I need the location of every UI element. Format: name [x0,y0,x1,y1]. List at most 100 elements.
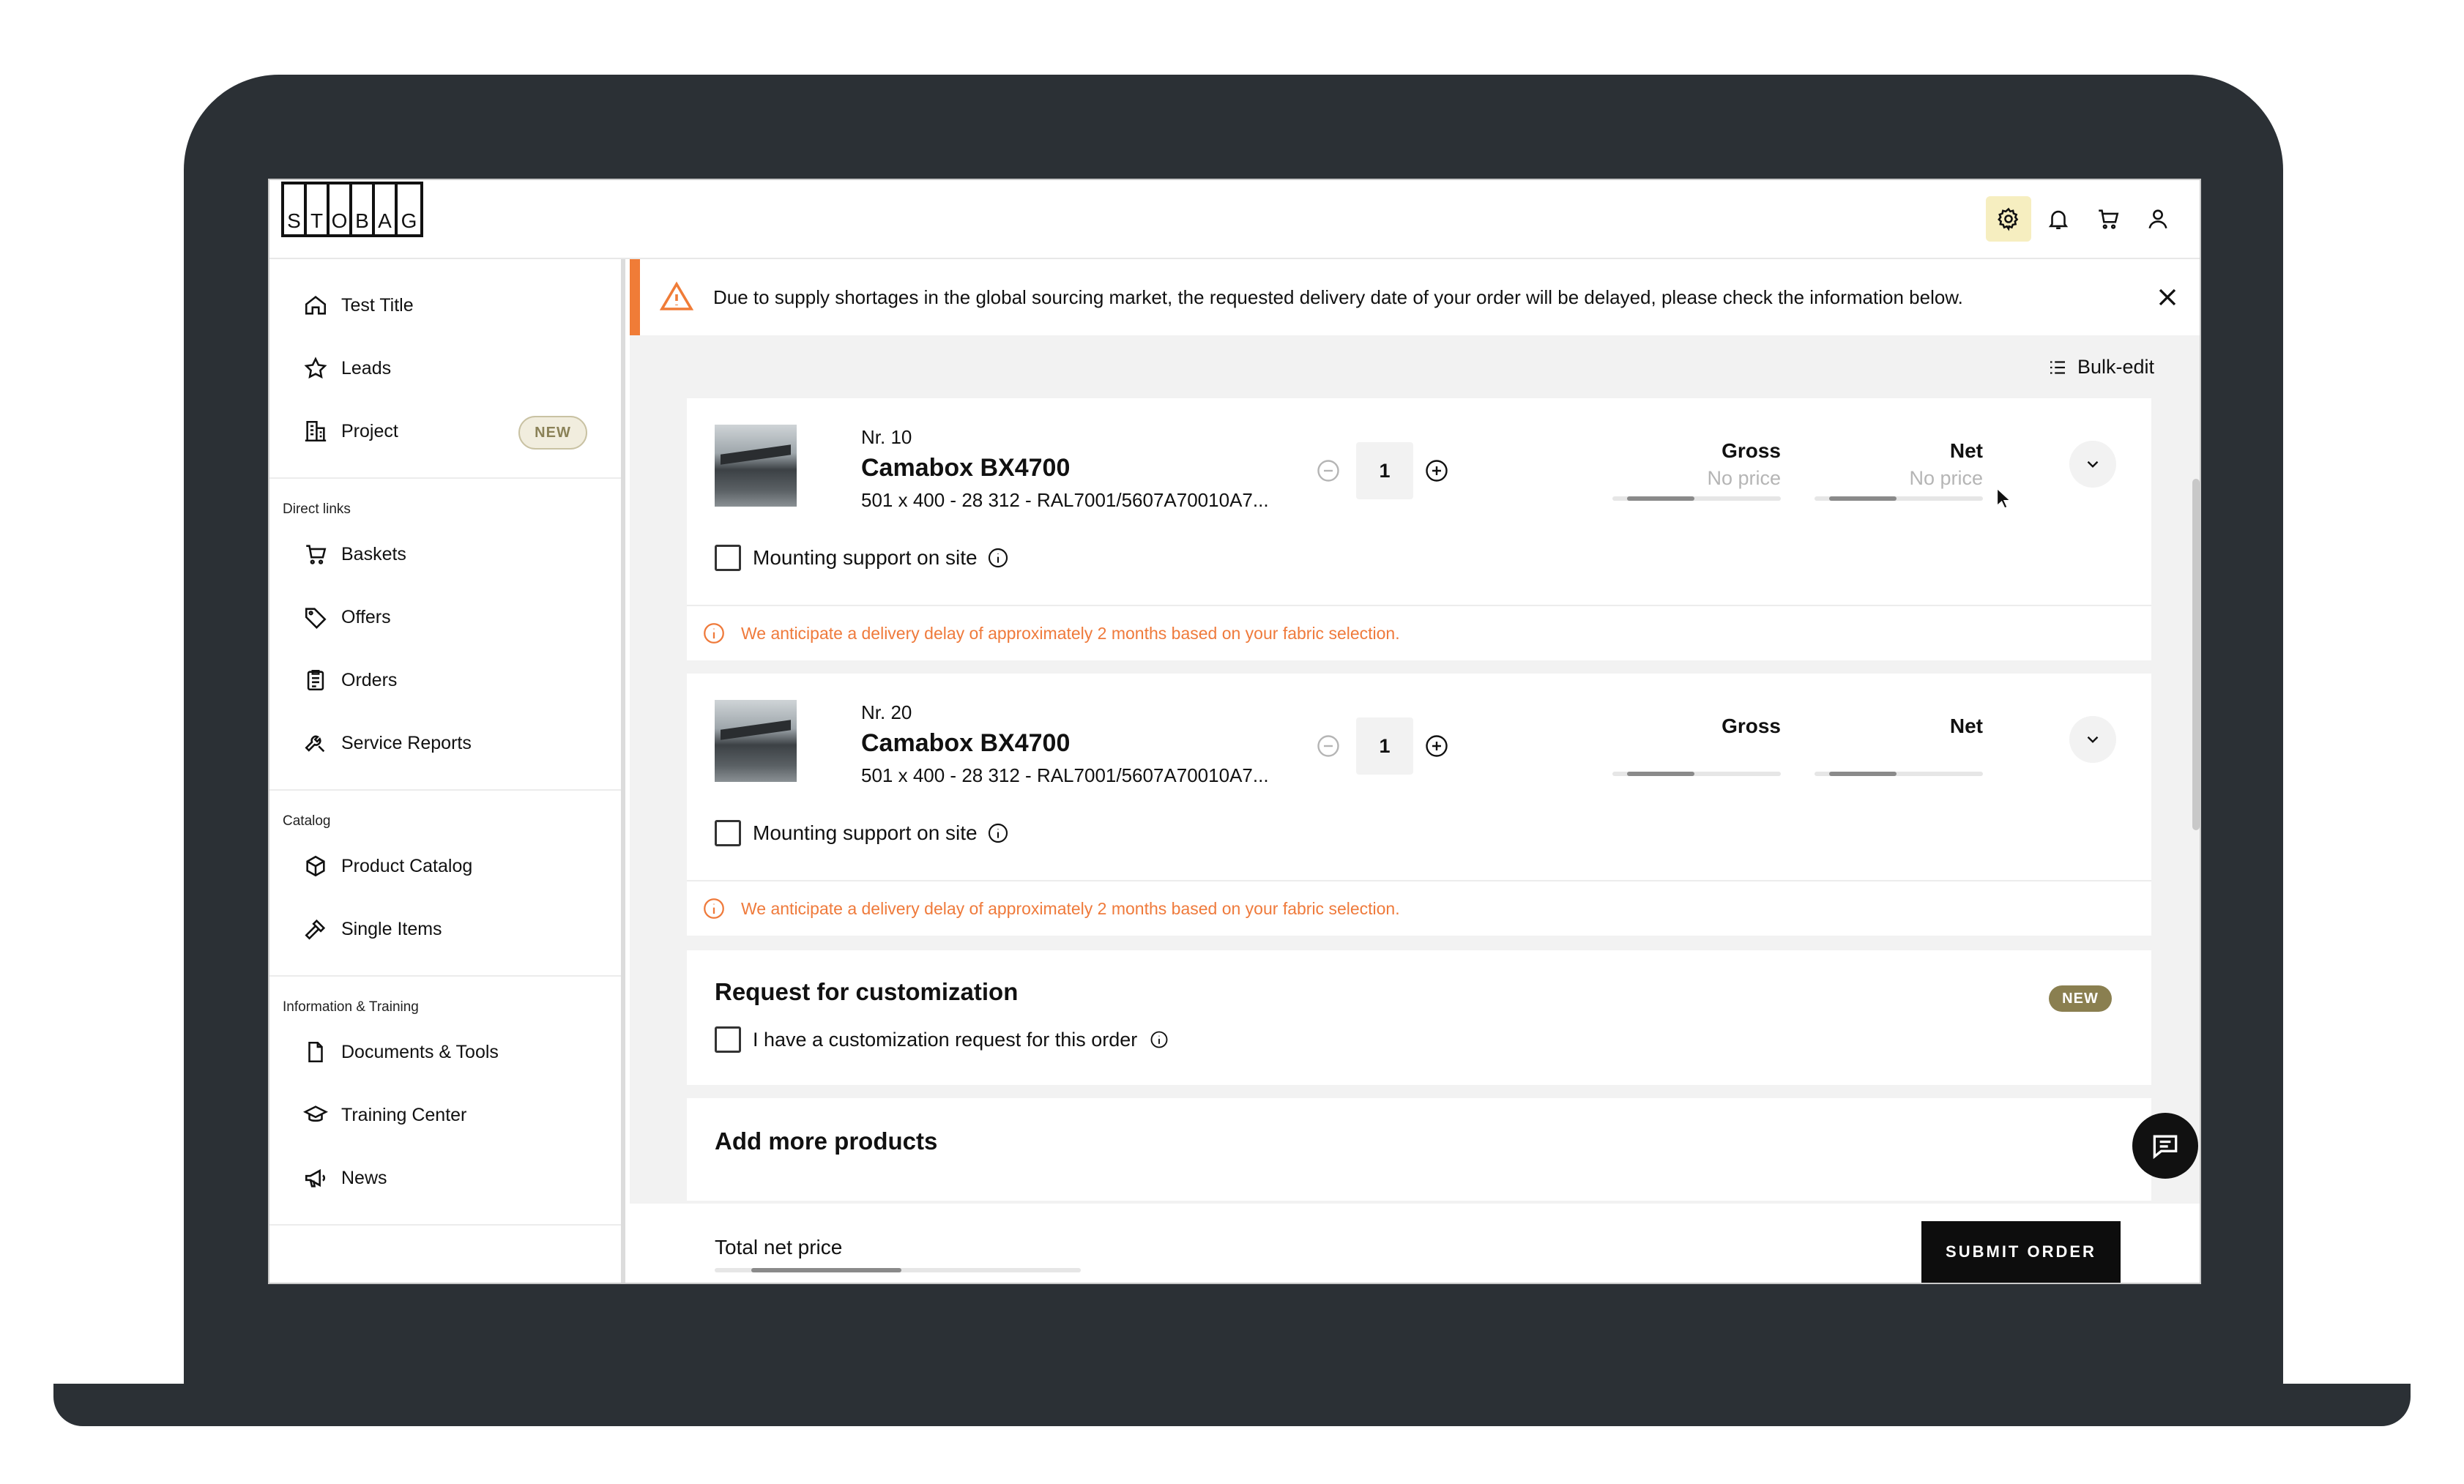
gross-label: Gross [1722,439,1781,462]
info-icon[interactable] [986,821,1010,845]
cart-icon [306,545,327,564]
user-icon [2148,209,2167,229]
checkbox-label: Mounting support on site [753,546,978,569]
net-value [1814,742,1983,766]
minus-circle-icon[interactable] [1315,458,1341,484]
product-card: Nr. 20 Camabox BX4700 501 x 400 - 28 312… [687,674,2151,936]
info-icon [704,898,724,919]
settings-button[interactable] [1986,196,2031,242]
info-icon[interactable] [1149,1029,1169,1050]
customization-card: Request for customization NEW I have a c… [687,950,2151,1085]
logo-letter: S [284,184,307,234]
group-label: Information & Training [283,999,419,1015]
product-thumbnail[interactable] [715,700,797,782]
new-badge: NEW [518,416,587,450]
tag-icon [305,608,327,629]
document-icon [308,1041,323,1063]
delay-alert-banner: Due to supply shortages in the global so… [630,259,2200,335]
loading-bar [1612,772,1781,776]
star-icon [304,357,327,379]
gross-price: Gross No price [1612,439,1781,501]
quantity-stepper: 1 [1315,442,1450,499]
app-screen: S T O B A G Test Title Leads Project NEW… [268,179,2201,1284]
mounting-support-option: Mounting support on site [715,820,1010,846]
expand-button[interactable] [2069,441,2116,488]
sidebar-item-label: Baskets [341,543,406,564]
delay-notice: We anticipate a delivery delay of approx… [687,605,2151,660]
sidebar-item-label: Offers [341,606,391,627]
sidebar-item-single-items[interactable]: Single Items [269,898,621,961]
quantity-input[interactable]: 1 [1356,442,1413,499]
sidebar-item-label: Service Reports [341,732,472,753]
logo-letter: T [307,184,330,234]
sidebar-item-test-title[interactable]: Test Title [269,274,621,337]
stobag-logo[interactable]: S T O B A G [281,182,423,237]
group-label: Catalog [283,813,331,829]
gross-label: Gross [1722,715,1781,737]
sidebar-item-product-catalog[interactable]: Product Catalog [269,835,621,898]
minus-circle-icon[interactable] [1315,733,1341,759]
sidebar-item-label: Test Title [341,294,414,316]
product-name[interactable]: Camabox BX4700 [861,729,1070,758]
top-bar: S T O B A G [269,180,2200,259]
mouse-cursor-icon [1996,488,2011,509]
sidebar-item-documents-tools[interactable]: Documents & Tools [269,1021,621,1084]
chat-icon [2153,1135,2178,1160]
mounting-support-checkbox[interactable] [715,545,741,571]
megaphone-icon [305,1168,326,1187]
customization-title: Request for customization [715,978,1019,1005]
alert-text: Due to supply shortages in the global so… [713,286,1963,308]
sidebar-item-leads[interactable]: Leads [269,337,621,400]
quantity-stepper: 1 [1315,717,1450,775]
loading-bar [1814,772,1983,776]
close-icon[interactable] [2153,283,2182,312]
customization-checkbox[interactable] [715,1026,741,1053]
quantity-input[interactable]: 1 [1356,717,1413,775]
bulk-edit-button[interactable]: Bulk-edit [2047,356,2154,379]
sidebar-item-baskets[interactable]: Baskets [269,523,621,586]
product-card: Nr. 10 Camabox BX4700 501 x 400 - 28 312… [687,398,2151,660]
wrench-icon [305,735,325,753]
add-more-products-section: Add more products [687,1098,2151,1201]
sidebar-group-information-training: Information & Training Documents & Tools… [269,977,621,1226]
chat-button[interactable] [2132,1113,2198,1179]
gross-value: No price [1707,467,1781,489]
chevron-down-icon [2087,461,2099,468]
info-icon [704,623,724,644]
hammer-icon [305,919,326,940]
notifications-button[interactable] [2036,196,2081,242]
plus-circle-icon[interactable] [1423,458,1450,484]
position-number: Nr. 10 [861,426,912,448]
submit-order-button[interactable]: SUBMIT ORDER [1921,1221,2121,1283]
sidebar-item-service-reports[interactable]: Service Reports [269,712,621,775]
cart-icon [2099,209,2119,229]
product-name[interactable]: Camabox BX4700 [861,454,1070,482]
list-edit-icon [2050,360,2065,374]
delay-text: We anticipate a delivery delay of approx… [741,623,1400,643]
product-spec: 501 x 400 - 28 312 - RAL7001/5607A70010A… [861,489,1269,511]
box-icon [306,855,325,877]
info-icon[interactable] [986,546,1010,570]
cart-button[interactable] [2085,196,2131,242]
sidebar-item-orders[interactable]: Orders [269,649,621,712]
net-value: No price [1909,467,1983,489]
home-icon [305,296,327,315]
logo-letter: A [375,184,398,234]
net-price: Net [1814,715,1983,776]
scrollbar[interactable] [2192,479,2200,830]
expand-button[interactable] [2069,716,2116,763]
logo-letter: B [352,184,375,234]
sidebar-item-training-center[interactable]: Training Center [269,1084,621,1146]
mounting-support-checkbox[interactable] [715,820,741,846]
user-button[interactable] [2135,196,2181,242]
product-thumbnail[interactable] [715,425,797,507]
new-badge: NEW [2049,985,2112,1012]
gross-value [1612,742,1781,766]
plus-circle-icon[interactable] [1423,733,1450,759]
sidebar-item-label: News [341,1167,387,1188]
add-more-products-title: Add more products [715,1127,938,1155]
sidebar-item-project[interactable]: Project NEW [269,400,621,463]
sidebar-item-news[interactable]: News [269,1146,621,1209]
bulk-edit-label: Bulk-edit [2077,356,2154,378]
sidebar-item-offers[interactable]: Offers [269,586,621,649]
